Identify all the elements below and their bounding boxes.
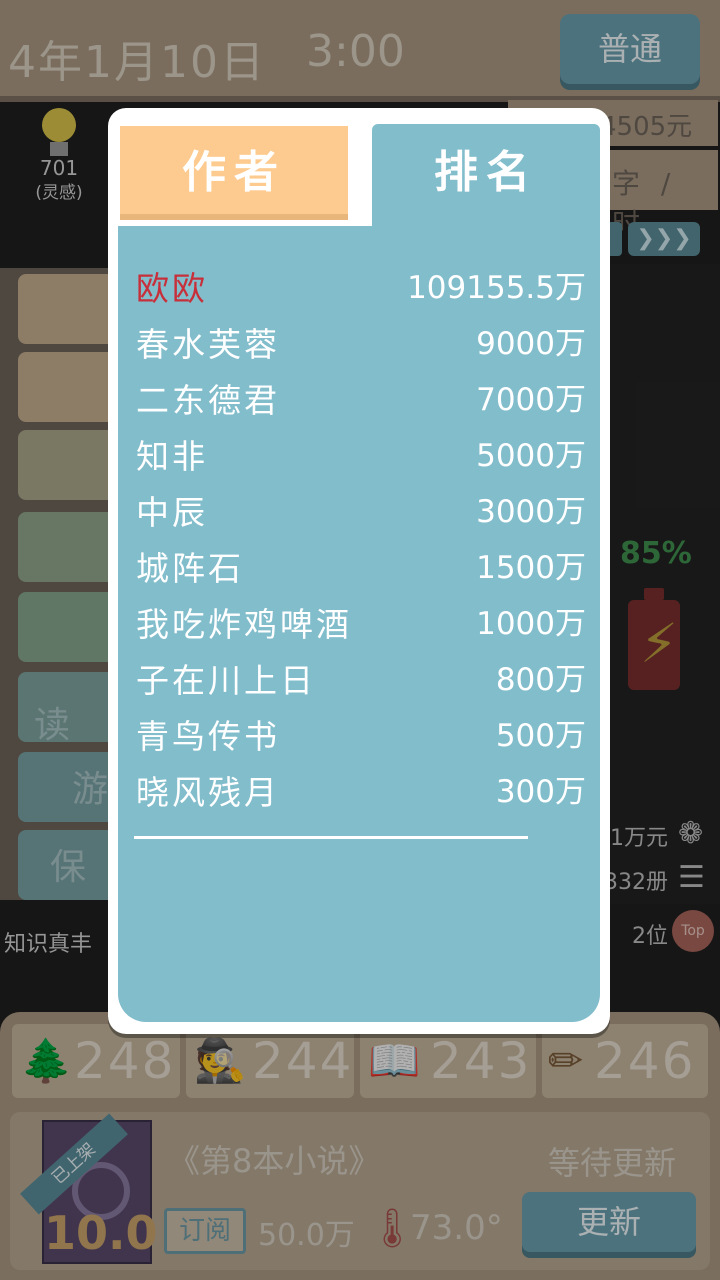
ranking-value: 800万 [495, 662, 586, 698]
ranking-author-name: 春水芙蓉 [136, 325, 280, 364]
ranking-value: 300万 [495, 774, 586, 810]
ranking-author-name: 二东德君 [136, 381, 280, 420]
ranking-value: 1000万 [476, 606, 586, 642]
ranking-author-name: 晓风残月 [136, 773, 280, 812]
ranking-value: 1500万 [476, 550, 586, 586]
ranking-row: 子在川上日 800万 [136, 654, 586, 708]
ranking-author-name: 我吃炸鸡啤酒 [136, 605, 352, 644]
ranking-row: 中辰 3000万 [136, 486, 586, 540]
tab-author-label: 作者 [182, 147, 286, 198]
ranking-row: 城阵石 1500万 [136, 542, 586, 596]
ranking-value: 7000万 [476, 382, 586, 418]
ranking-value: 109155.5万 [407, 270, 586, 306]
ranking-row: 欧欧 109155.5万 [136, 262, 586, 316]
ranking-value: 500万 [495, 718, 586, 754]
ranking-author-name: 城阵石 [136, 549, 244, 588]
ranking-author-name: 子在川上日 [136, 661, 316, 700]
ranking-row: 知非 5000万 [136, 430, 586, 484]
ranking-value: 3000万 [476, 494, 586, 530]
ranking-row: 二东德君 7000万 [136, 374, 586, 428]
ranking-row: 青鸟传书 500万 [136, 710, 586, 764]
ranking-value: 9000万 [476, 326, 586, 362]
ranking-author-name: 青鸟传书 [136, 717, 280, 756]
ranking-row: 我吃炸鸡啤酒 1000万 [136, 598, 586, 652]
ranking-author-name: 知非 [136, 437, 208, 476]
ranking-author-name: 中辰 [136, 493, 208, 532]
tab-rank-label: 排名 [434, 147, 538, 198]
list-divider [134, 836, 528, 839]
ranking-row: 春水芙蓉 9000万 [136, 318, 586, 372]
ranking-value: 5000万 [476, 438, 586, 474]
ranking-row: 晓风残月 300万 [136, 766, 586, 820]
ranking-author-name: 欧欧 [136, 269, 208, 308]
